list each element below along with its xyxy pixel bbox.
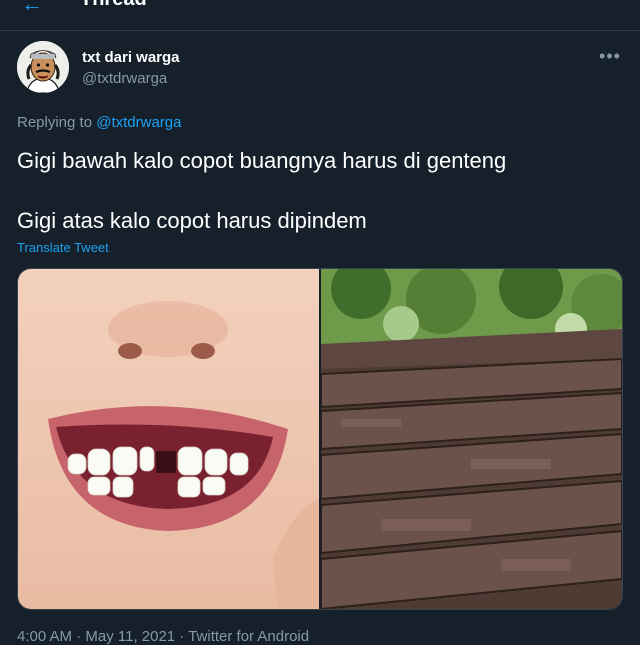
- replying-to: Replying to @txtdrwarga: [17, 114, 181, 131]
- tweet-timestamp[interactable]: 4:00 AM · May 11, 2021 · Twitter for And…: [17, 628, 309, 645]
- avatar-illustration: [17, 41, 69, 93]
- author-name[interactable]: txt dari warga: [82, 49, 180, 66]
- child-smile-missing-tooth-photo[interactable]: [18, 269, 319, 609]
- page-title: Thread: [80, 0, 147, 11]
- replying-to-prefix: Replying to: [17, 114, 93, 131]
- more-horizontal-icon[interactable]: •••: [596, 46, 624, 66]
- translate-tweet-link[interactable]: Translate Tweet: [17, 240, 109, 255]
- tweet-text-line-2: Gigi atas kalo copot harus dipindem: [17, 208, 367, 233]
- tweet-media: [17, 268, 623, 610]
- avatar[interactable]: [17, 41, 69, 93]
- tweet-text-line-1: Gigi bawah kalo copot buangnya harus di …: [17, 148, 507, 173]
- arrow-left-icon[interactable]: ←: [20, 0, 44, 16]
- thread-header: ← Thread: [0, 0, 640, 31]
- author-handle[interactable]: @txtdrwarga: [82, 70, 167, 87]
- roof-tiles-photo[interactable]: [320, 269, 622, 609]
- replying-to-mention[interactable]: @txtdrwarga: [96, 114, 181, 131]
